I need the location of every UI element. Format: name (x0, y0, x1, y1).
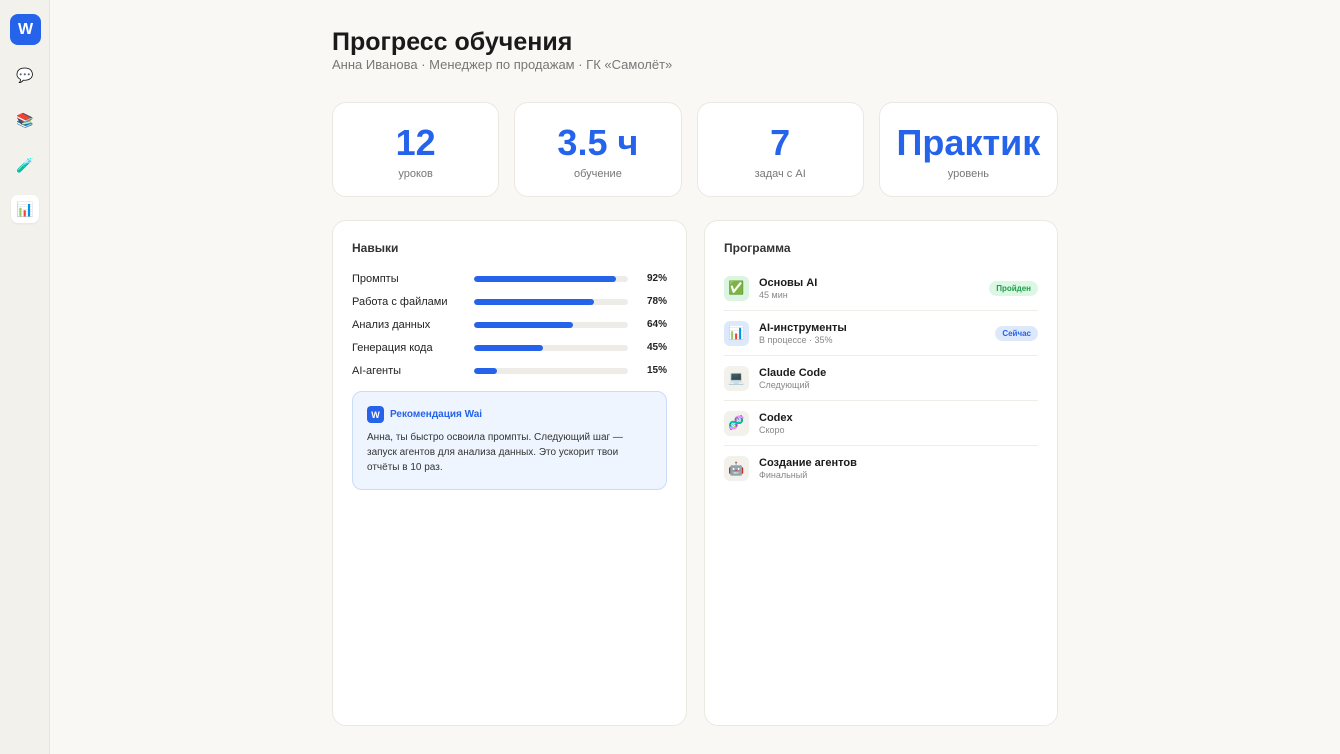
module-status: Скоро (759, 424, 785, 435)
stat-label: уровень (947, 168, 990, 180)
page-subtitle: Анна Иванова · Менеджер по продажам · ГК… (332, 57, 673, 72)
recommendation-text: Анна, ты быстро освоила промпты. Следующ… (367, 432, 623, 473)
nav-chat-icon[interactable]: 💬 (11, 61, 39, 89)
stat-card: 12 уроков (332, 102, 500, 197)
skill-progress-fill (474, 275, 616, 282)
program-panel: Программа ✅ Основы AI 45 мин Пройден 📊 AI-инс… (704, 220, 1058, 726)
module-icon: 💻 (724, 365, 749, 391)
stat-value: Практик (896, 122, 1041, 163)
program-title: Программа (724, 241, 791, 255)
stat-value: 3.5 ч (557, 122, 639, 163)
app-logo[interactable]: W (10, 14, 41, 45)
skill-progress-fill (474, 367, 498, 374)
stat-value: 12 (395, 122, 436, 163)
skill-percent: 92% (646, 273, 667, 284)
stat-card: 3.5 ч обучение (514, 102, 682, 197)
skill-row: AI-агенты 15% (352, 359, 667, 382)
wai-logo-icon: W (367, 406, 384, 423)
skill-percent: 78% (646, 296, 667, 307)
nav-courses-icon[interactable]: 📚 (11, 106, 39, 134)
skills-title: Навыки (352, 241, 399, 255)
skill-row: Генерация кода 45% (352, 336, 667, 359)
skill-progress-bar (474, 298, 628, 305)
module-icon: 🤖 (724, 456, 749, 481)
module-icon: 📊 (724, 320, 749, 346)
skill-row: Промпты 92% (352, 267, 667, 290)
stat-label: уроков (398, 168, 433, 180)
nav-progress-icon[interactable]: 📊 (11, 195, 39, 223)
sidebar: W 💬 📚 🧪 📊 (0, 0, 50, 754)
module-icon: ✅ (724, 275, 749, 301)
page-title: Прогресс обучения (332, 28, 573, 56)
skill-name: Работа с файлами (352, 295, 448, 308)
stat-value: 7 (770, 122, 791, 163)
skill-name: Анализ данных (352, 318, 431, 331)
skill-percent: 64% (646, 319, 667, 330)
program-module[interactable]: 💻 Claude Code Следующий (724, 356, 1038, 401)
skill-percent: 15% (646, 365, 667, 376)
skill-row: Работа с файлами 78% (352, 290, 667, 313)
skill-progress-bar (474, 367, 628, 374)
module-title: Основы AI (759, 276, 818, 289)
module-badge: Сейчас (995, 325, 1038, 341)
module-status: 45 мин (759, 289, 788, 300)
skill-progress-bar (474, 275, 628, 282)
skill-progress-fill (474, 344, 544, 351)
nav-practice-icon[interactable]: 🧪 (11, 151, 39, 179)
program-module[interactable]: 📊 AI-инструменты В процессе · 35% Сейчас (724, 311, 1038, 356)
stat-label: задач с AI (754, 168, 806, 180)
skill-row: Анализ данных 64% (352, 313, 667, 336)
program-module[interactable]: ✅ Основы AI 45 мин Пройден (724, 266, 1038, 311)
skill-name: Генерация кода (352, 341, 433, 354)
skill-progress-bar (474, 321, 628, 328)
program-module[interactable]: 🤖 Создание агентов Финальный (724, 446, 1038, 491)
module-status: Финальный (759, 470, 808, 480)
skills-panel: Навыки Промпты 92% Работа с файлами 78% Анал… (332, 220, 687, 726)
skill-name: Промпты (352, 272, 399, 285)
stat-label: обучение (573, 168, 622, 180)
stat-card: Практик уровень (878, 102, 1058, 197)
stat-card: 7 задач с AI (696, 102, 864, 197)
module-title: AI-инструменты (759, 321, 847, 334)
skill-progress-fill (474, 298, 595, 305)
module-title: Codex (759, 411, 793, 424)
skill-name: AI-агенты (352, 364, 402, 377)
module-status: В процессе · 35% (759, 334, 833, 345)
module-status: Следующий (759, 379, 810, 390)
skill-progress-fill (474, 321, 573, 328)
program-module[interactable]: 🧬 Codex Скоро (724, 401, 1038, 446)
recommendation-title: Рекомендация Wai (390, 409, 483, 420)
module-title: Claude Code (759, 366, 827, 379)
module-title: Создание агентов (759, 457, 857, 469)
recommendation-card: W Рекомендация Wai Анна, ты быстро освоил… (352, 391, 667, 490)
module-badge: Пройден (989, 280, 1038, 296)
skill-progress-bar (474, 344, 628, 351)
module-icon: 🧬 (724, 410, 749, 436)
skill-percent: 45% (646, 342, 667, 353)
